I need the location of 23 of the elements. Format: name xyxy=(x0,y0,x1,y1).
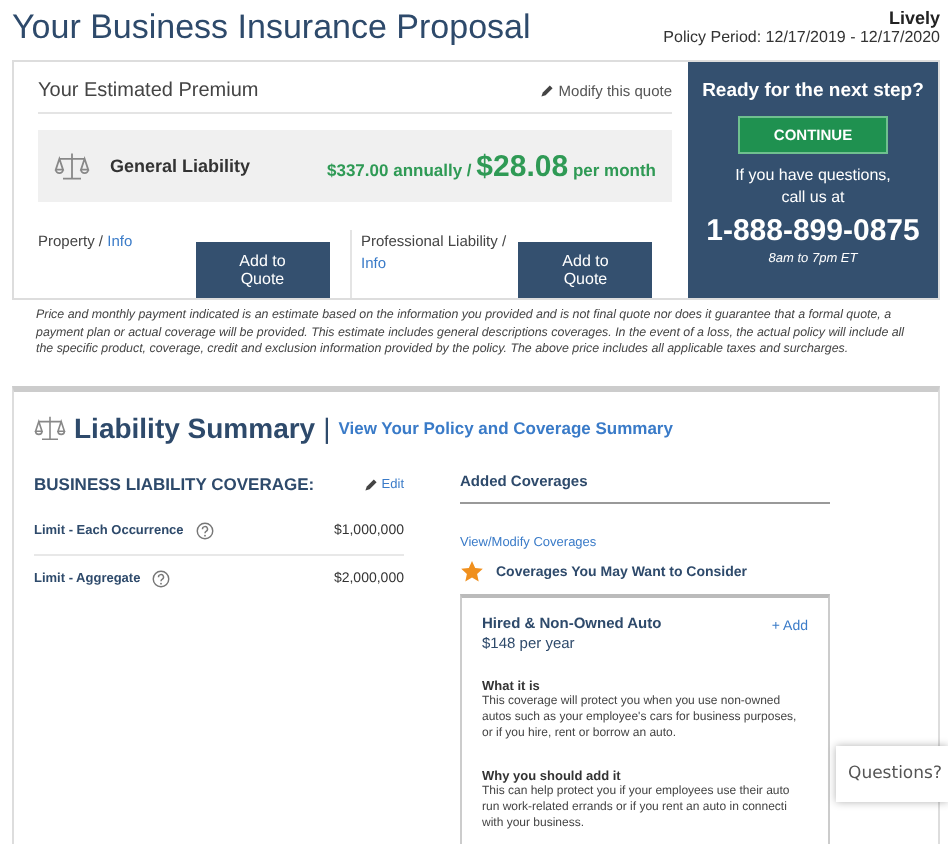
product-price: $337.00 annually /$28.08 per month xyxy=(327,149,656,183)
policy-period: Policy Period: 12/17/2019 - 12/17/2020 xyxy=(663,28,940,46)
star-icon xyxy=(460,560,484,585)
page-title: Your Business Insurance Proposal xyxy=(12,8,531,48)
add-to-quote-button[interactable]: Add to Quote xyxy=(518,242,652,298)
next-step-title: Ready for the next step? xyxy=(702,80,924,102)
company-name: Lively xyxy=(888,8,940,28)
summary-title: Liability Summary xyxy=(74,412,316,445)
product-name: General Liability xyxy=(110,156,253,176)
pencil-icon xyxy=(363,477,378,492)
pencil-icon xyxy=(540,84,555,98)
separator: | xyxy=(323,412,331,445)
scale-icon xyxy=(54,148,90,184)
premium-title: Your Estimated Premium xyxy=(38,80,259,102)
coverage-heading: BUSINESS LIABILITY COVERAGE: xyxy=(34,474,315,495)
help-icon[interactable] xyxy=(195,522,214,541)
questions-button[interactable]: Questions? xyxy=(836,746,948,802)
scale-icon xyxy=(34,412,66,445)
call-text: If you have questions, call us at xyxy=(733,166,893,210)
help-icon[interactable] xyxy=(152,570,171,589)
phone-number: 1-888-899-0875 xyxy=(706,213,920,248)
policy-summary-link[interactable]: View Your Policy and Coverage Summary xyxy=(338,418,673,439)
add-to-quote-button[interactable]: Add to Quote xyxy=(195,242,329,298)
